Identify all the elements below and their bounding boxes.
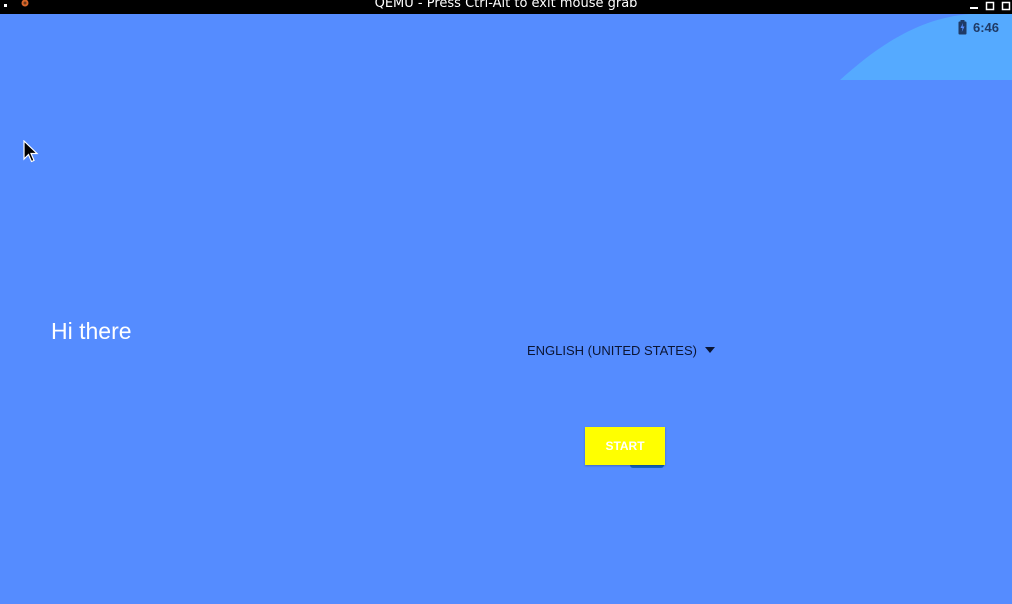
- window-title: QEMU - Press Ctrl-Alt to exit mouse grab: [374, 0, 638, 11]
- status-bar: 6:46: [958, 18, 999, 36]
- maximize-icon[interactable]: [985, 1, 995, 11]
- language-dropdown[interactable]: ENGLISH (UNITED STATES): [527, 340, 715, 360]
- battery-charging-icon: [958, 19, 967, 34]
- android-screen: 6:46 Hi there ENGLISH (UNITED STATES) ST…: [0, 14, 1012, 604]
- greeting-heading: Hi there: [51, 318, 132, 344]
- dropdown-arrow-icon: [704, 347, 715, 353]
- language-dropdown-label: ENGLISH (UNITED STATES): [527, 342, 697, 358]
- window-titlebar: QEMU - Press Ctrl-Alt to exit mouse grab: [0, 0, 1012, 14]
- close-icon[interactable]: [1001, 1, 1011, 11]
- status-clock: 6:46: [973, 19, 1000, 35]
- mouse-cursor-icon: [23, 140, 39, 163]
- minimize-icon[interactable]: [969, 1, 979, 11]
- start-button[interactable]: START: [585, 427, 665, 465]
